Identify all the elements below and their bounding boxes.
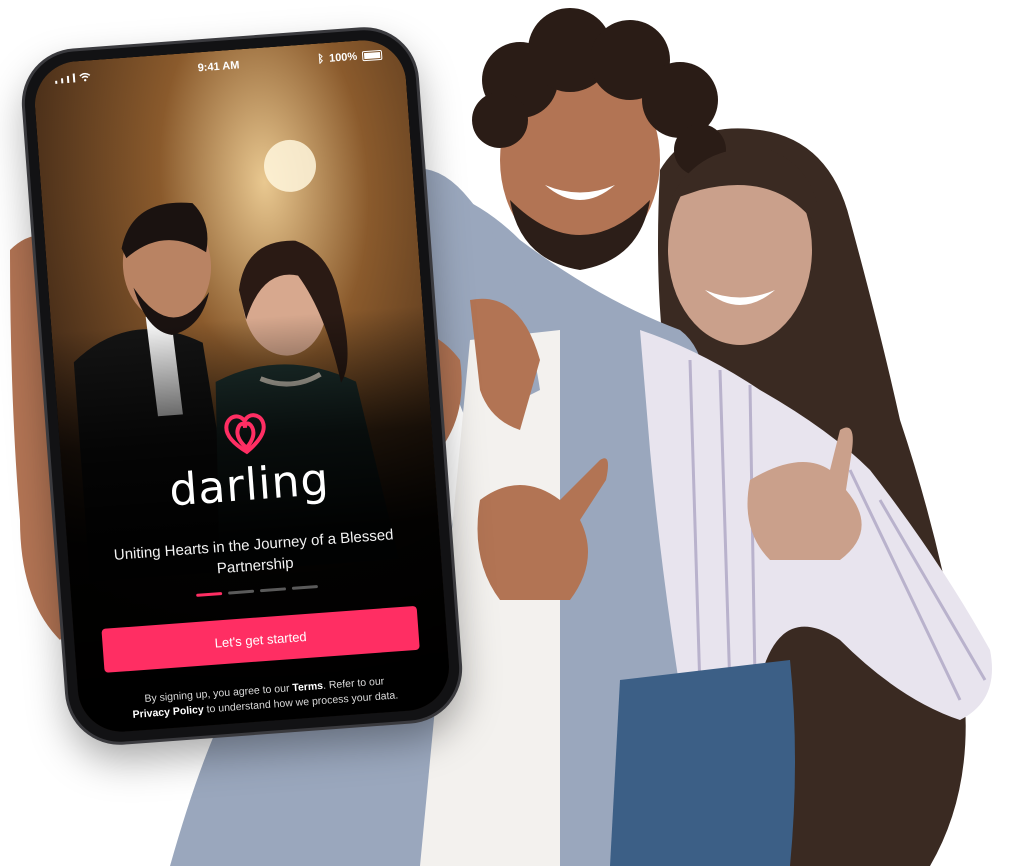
phone-mockup: 9:41 AM ᛒ 100% darling Uniting Hearts in… <box>21 26 463 746</box>
phone-screen: 9:41 AM ᛒ 100% darling Uniting Hearts in… <box>31 37 453 735</box>
bluetooth-icon: ᛒ <box>317 53 325 66</box>
battery-icon <box>361 49 383 62</box>
heart-logo-icon <box>224 413 266 455</box>
battery-percent: 100% <box>328 50 358 65</box>
terms-link[interactable]: Terms <box>292 680 324 694</box>
legal-text-part-2: . Refer to our <box>322 675 385 692</box>
privacy-policy-link[interactable]: Privacy Policy <box>132 704 204 721</box>
status-right: ᛒ 100% <box>317 49 383 66</box>
